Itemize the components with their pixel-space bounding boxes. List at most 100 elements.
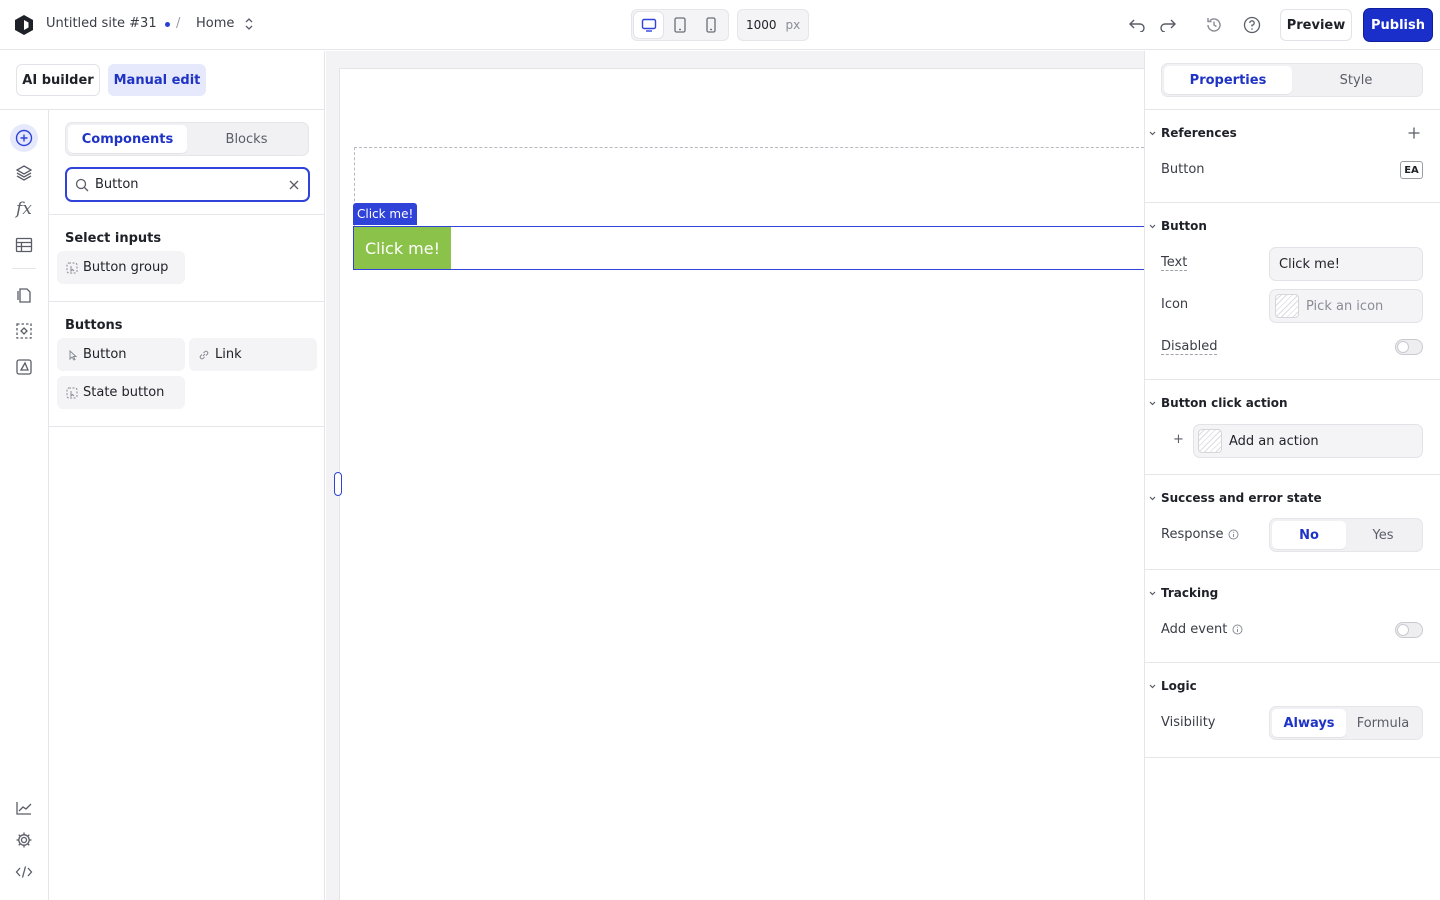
panel-divider bbox=[1145, 202, 1440, 203]
selection-tag[interactable]: Click me! bbox=[353, 203, 418, 225]
component-label: State button bbox=[83, 385, 165, 400]
redo-icon bbox=[1159, 18, 1177, 32]
component-search[interactable]: Button bbox=[65, 167, 310, 202]
reference-badge[interactable]: EA bbox=[1400, 161, 1423, 179]
theme-icon bbox=[15, 358, 33, 376]
component-label: Button bbox=[83, 347, 127, 362]
component-button[interactable]: Button bbox=[57, 338, 185, 371]
empty-action-placeholder bbox=[1198, 429, 1222, 453]
section-title: References bbox=[1161, 126, 1237, 140]
search-input[interactable]: Button bbox=[95, 177, 282, 192]
panel-divider bbox=[1145, 757, 1440, 758]
code-button[interactable] bbox=[10, 858, 38, 886]
page-name: Home bbox=[196, 16, 235, 31]
chevron-down-icon bbox=[1148, 682, 1157, 691]
tab-blocks[interactable]: Blocks bbox=[187, 125, 306, 153]
settings-button[interactable] bbox=[10, 826, 38, 854]
section-title-select-inputs: Select inputs bbox=[65, 231, 162, 246]
unsaved-indicator bbox=[165, 22, 170, 27]
formulas-button[interactable]: fx bbox=[10, 195, 38, 223]
visibility-formula[interactable]: Formula bbox=[1346, 709, 1420, 737]
ai-builder-button[interactable]: AI builder bbox=[16, 64, 100, 96]
panel-divider bbox=[49, 214, 325, 215]
tab-components[interactable]: Components bbox=[68, 125, 187, 153]
mobile-view-button[interactable] bbox=[697, 12, 726, 38]
tablet-view-button[interactable] bbox=[665, 12, 694, 38]
layers-button[interactable] bbox=[10, 159, 38, 187]
section-title: Button click action bbox=[1161, 396, 1288, 410]
analytics-button[interactable] bbox=[10, 794, 38, 822]
search-icon bbox=[75, 178, 89, 192]
tab-style[interactable]: Style bbox=[1292, 66, 1420, 94]
section-tracking[interactable]: Tracking bbox=[1148, 586, 1218, 600]
canvas-button[interactable]: Click me! bbox=[354, 227, 451, 269]
component-select-icon bbox=[15, 322, 33, 340]
preview-button[interactable]: Preview bbox=[1280, 9, 1352, 41]
section-click-action[interactable]: Button click action bbox=[1148, 396, 1288, 410]
undo-icon bbox=[1128, 18, 1146, 32]
panel-divider bbox=[1145, 474, 1440, 475]
info-icon[interactable] bbox=[1232, 624, 1243, 635]
redo-button[interactable] bbox=[1155, 12, 1181, 38]
undo-button[interactable] bbox=[1124, 12, 1150, 38]
add-action-button[interactable]: Add an action bbox=[1193, 424, 1423, 458]
section-title: Logic bbox=[1161, 679, 1197, 693]
table-icon bbox=[15, 237, 33, 253]
text-value: Click me! bbox=[1279, 256, 1340, 272]
canvas-resize-handle[interactable] bbox=[334, 472, 342, 496]
add-action-plus[interactable]: + bbox=[1173, 432, 1184, 447]
panel-divider bbox=[49, 301, 325, 302]
tab-properties[interactable]: Properties bbox=[1164, 66, 1292, 94]
section-success-error[interactable]: Success and error state bbox=[1148, 491, 1322, 505]
properties-panel bbox=[1144, 51, 1440, 900]
desktop-view-button[interactable] bbox=[634, 12, 664, 38]
panel-tabs: Components Blocks bbox=[65, 122, 309, 156]
disabled-label: Disabled bbox=[1161, 339, 1218, 355]
manual-edit-button[interactable]: Manual edit bbox=[108, 64, 206, 96]
canvas-width-input[interactable]: 1000 px bbox=[737, 9, 809, 41]
panel-divider bbox=[1145, 109, 1440, 110]
site-name[interactable]: Untitled site #31 bbox=[46, 16, 157, 31]
icon-picker[interactable]: Pick an icon bbox=[1269, 289, 1423, 323]
section-references[interactable]: References bbox=[1148, 126, 1237, 140]
app-logo-icon[interactable] bbox=[13, 14, 35, 36]
publish-button[interactable]: Publish bbox=[1364, 9, 1432, 41]
section-logic[interactable]: Logic bbox=[1148, 679, 1197, 693]
icon-placeholder: Pick an icon bbox=[1306, 298, 1384, 314]
section-title-buttons: Buttons bbox=[65, 318, 123, 333]
help-button[interactable] bbox=[1239, 12, 1265, 38]
add-component-button[interactable] bbox=[10, 124, 38, 152]
info-icon[interactable] bbox=[1228, 529, 1239, 540]
visibility-always[interactable]: Always bbox=[1272, 709, 1346, 737]
mobile-icon bbox=[706, 17, 716, 33]
reference-item: Button bbox=[1161, 162, 1205, 177]
drop-zone[interactable] bbox=[354, 147, 1144, 227]
pages-button[interactable] bbox=[10, 281, 38, 309]
disabled-toggle[interactable] bbox=[1395, 339, 1423, 355]
component-state-button[interactable]: State button bbox=[57, 376, 185, 409]
tablet-icon bbox=[674, 17, 686, 33]
section-button[interactable]: Button bbox=[1148, 219, 1207, 233]
function-icon: fx bbox=[16, 199, 32, 219]
section-title: Tracking bbox=[1161, 586, 1219, 600]
device-switcher bbox=[631, 9, 729, 41]
clear-search-icon[interactable] bbox=[288, 179, 300, 191]
code-icon bbox=[15, 865, 33, 879]
response-yes[interactable]: Yes bbox=[1346, 521, 1420, 549]
theme-button[interactable] bbox=[10, 353, 38, 381]
add-event-toggle[interactable] bbox=[1395, 622, 1423, 638]
text-field[interactable]: Click me! bbox=[1269, 247, 1423, 281]
response-no[interactable]: No bbox=[1272, 521, 1346, 549]
add-action-label: Add an action bbox=[1229, 433, 1319, 449]
breadcrumb-separator: / bbox=[176, 16, 181, 31]
add-reference-button[interactable] bbox=[1407, 126, 1421, 140]
response-label: Response bbox=[1161, 527, 1224, 542]
history-button[interactable] bbox=[1201, 12, 1227, 38]
component-button-group[interactable]: Button group bbox=[57, 251, 185, 284]
link-icon bbox=[198, 349, 210, 361]
page-selector[interactable]: Home bbox=[196, 16, 254, 31]
component-link[interactable]: Link bbox=[189, 338, 317, 371]
data-button[interactable] bbox=[10, 231, 38, 259]
panel-divider bbox=[49, 426, 325, 427]
components-library-button[interactable] bbox=[10, 317, 38, 345]
